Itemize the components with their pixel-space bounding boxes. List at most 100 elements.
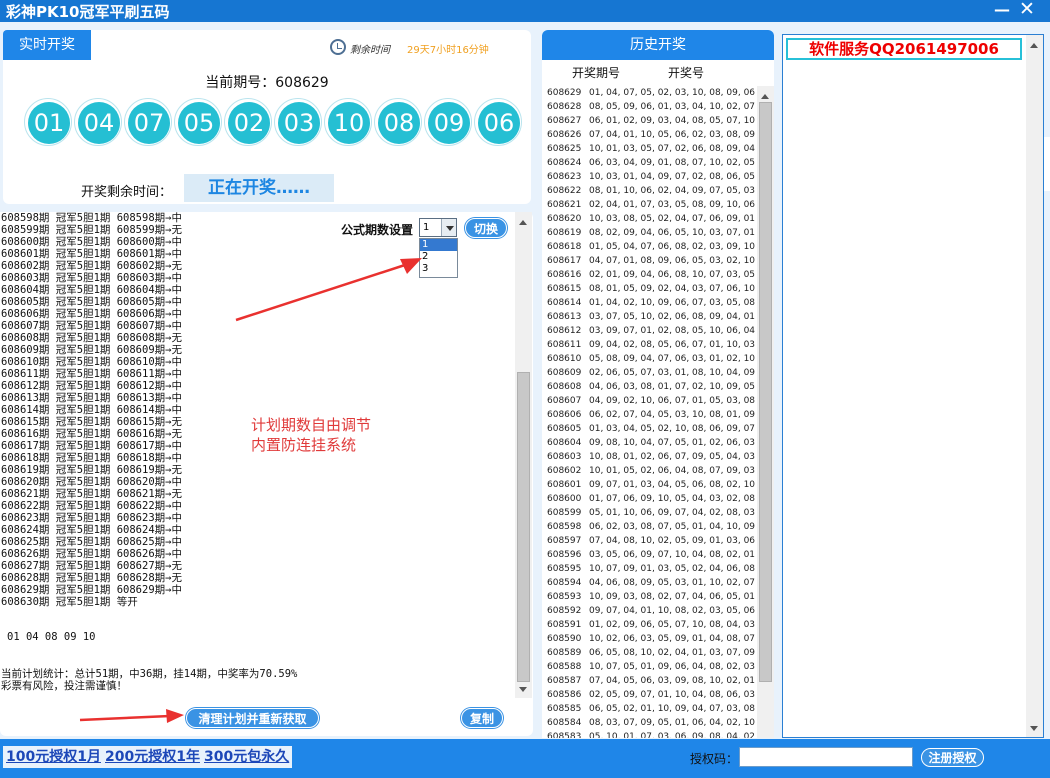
- history-period: 608615: [547, 284, 582, 294]
- history-numbers: 06, 01, 02, 09, 03, 04, 08, 05, 07, 10: [589, 116, 756, 126]
- history-row: 608601 09, 07, 01, 03, 04, 05, 06, 08, 02…: [545, 478, 759, 492]
- period-select[interactable]: 1: [419, 218, 457, 237]
- history-row: 608592 09, 07, 04, 01, 10, 08, 02, 03, 05…: [545, 604, 759, 618]
- main-area: 实时开奖 剩余时间 29天7小时16分钟 当前期号：608629 01 04 07 0…: [0, 22, 1050, 739]
- period-setting-label: 公式期数设置: [341, 223, 414, 237]
- history-row: 608616 02, 01, 09, 04, 06, 08, 10, 07, 03…: [545, 268, 759, 282]
- history-row: 608589 06, 05, 08, 10, 02, 04, 01, 03, 07…: [545, 646, 759, 660]
- register-button[interactable]: 注册授权: [921, 748, 984, 767]
- current-period: 当前期号：608629: [205, 75, 329, 91]
- close-button[interactable]: ✕: [1019, 0, 1035, 20]
- history-row: 608608 04, 06, 03, 08, 01, 07, 02, 10, 09…: [545, 380, 759, 394]
- history-row: 608587 07, 04, 05, 06, 03, 09, 08, 10, 02…: [545, 674, 759, 688]
- chevron-down-icon[interactable]: [441, 219, 456, 236]
- history-numbers: 06, 02, 07, 04, 05, 03, 10, 08, 01, 09: [589, 410, 756, 420]
- history-row: 608618 01, 05, 04, 07, 06, 08, 02, 03, 09…: [545, 240, 759, 254]
- history-period: 608587: [547, 676, 582, 686]
- history-numbers: 09, 04, 02, 08, 05, 06, 07, 01, 10, 03: [589, 340, 756, 350]
- history-row: 608594 04, 06, 08, 09, 05, 03, 01, 10, 02…: [545, 576, 759, 590]
- history-row: 608629 01, 04, 07, 05, 02, 03, 10, 08, 09…: [545, 86, 759, 100]
- history-period: 608592: [547, 606, 582, 616]
- history-numbers: 01, 05, 04, 07, 06, 08, 02, 03, 09, 10: [589, 242, 756, 252]
- history-numbers: 07, 04, 08, 10, 02, 05, 09, 01, 03, 06: [589, 536, 756, 546]
- history-numbers: 05, 08, 09, 04, 07, 06, 03, 01, 02, 10: [589, 354, 756, 364]
- history-row: 608605 01, 03, 04, 05, 02, 10, 08, 06, 09…: [545, 422, 759, 436]
- log-line: 608618期 冠军5胆1期 608618期→中: [1, 452, 182, 464]
- plan-numbers: 01 04 08 09 10: [7, 631, 96, 643]
- log-line: 608600期 冠军5胆1期 608600期→中: [1, 236, 182, 248]
- clear-refetch-button[interactable]: 清理计划并重新获取: [186, 708, 319, 728]
- history-period: 608627: [547, 116, 582, 126]
- history-row: 608603 10, 08, 01, 02, 06, 07, 09, 05, 04…: [545, 450, 759, 464]
- scroll-up-icon[interactable]: [1026, 35, 1043, 51]
- period-option[interactable]: 1: [420, 239, 457, 251]
- history-period: 608594: [547, 578, 582, 588]
- scroll-up-icon[interactable]: [757, 86, 774, 102]
- title-bar: 彩神PK10冠军平刷五码 — ✕: [0, 0, 1050, 22]
- annotation-line: 计划期数自由调节: [251, 416, 372, 434]
- history-scrollbar[interactable]: [757, 86, 774, 738]
- history-period: 608616: [547, 270, 582, 280]
- history-numbers: 07, 04, 01, 10, 05, 06, 02, 03, 08, 09: [589, 130, 756, 140]
- tab-live-draw[interactable]: 实时开奖: [3, 30, 91, 60]
- history-numbers: 10, 03, 01, 04, 09, 07, 02, 08, 06, 05: [589, 172, 756, 182]
- log-line: 608602期 冠军5胆1期 608602期→无: [1, 260, 182, 272]
- log-line: 608610期 冠军5胆1期 608610期→中: [1, 356, 182, 368]
- history-row: 608624 06, 03, 04, 09, 01, 08, 07, 10, 02…: [545, 156, 759, 170]
- arrow-annotation: [235, 258, 422, 322]
- license-1-year-link[interactable]: 200元授权1年: [102, 746, 203, 768]
- history-numbers: 08, 03, 07, 09, 05, 01, 06, 04, 02, 10: [589, 718, 756, 728]
- auth-code-input[interactable]: [739, 747, 913, 767]
- scroll-up-icon[interactable]: [515, 212, 532, 228]
- service-scrollbar[interactable]: [1026, 35, 1043, 737]
- history-numbers: 04, 09, 02, 10, 06, 07, 01, 05, 03, 08: [589, 396, 756, 406]
- log-line: 608620期 冠军5胆1期 608620期→中: [1, 476, 182, 488]
- log-line: 608599期 冠军5胆1期 608599期→无: [1, 224, 182, 236]
- history-numbers: 03, 05, 06, 09, 07, 10, 04, 08, 02, 01: [589, 550, 756, 560]
- promo-annotation: 计划期数自由调节 内置防连挂系统: [251, 415, 371, 455]
- history-numbers: 09, 07, 01, 03, 04, 05, 06, 08, 02, 10: [589, 480, 756, 490]
- history-row: 608590 10, 02, 06, 03, 05, 09, 01, 04, 08…: [545, 632, 759, 646]
- history-row: 608621 02, 04, 01, 07, 03, 05, 08, 09, 10…: [545, 198, 759, 212]
- log-line: 608623期 冠军5胆1期 608623期→中: [1, 512, 182, 524]
- copy-button[interactable]: 复制: [461, 708, 503, 728]
- history-row: 608604 09, 08, 10, 04, 07, 05, 01, 02, 06…: [545, 436, 759, 450]
- history-row: 608610 05, 08, 09, 04, 07, 06, 03, 01, 02…: [545, 352, 759, 366]
- history-row: 608623 10, 03, 01, 04, 09, 07, 02, 08, 06…: [545, 170, 759, 184]
- history-row: 608593 10, 09, 03, 08, 02, 07, 04, 06, 05…: [545, 590, 759, 604]
- scroll-down-icon[interactable]: [515, 682, 532, 698]
- log-scrollbar[interactable]: [515, 212, 532, 698]
- history-period: 608613: [547, 312, 582, 322]
- license-lifetime-link[interactable]: 300元包永久: [201, 746, 293, 768]
- service-panel: 软件服务QQ2061497006: [782, 34, 1044, 738]
- col-numbers-header: 开奖号: [668, 66, 705, 80]
- log-line: 608619期 冠军5胆1期 608619期→无: [1, 464, 182, 476]
- history-numbers: 06, 03, 04, 09, 01, 08, 07, 10, 02, 05: [589, 158, 756, 168]
- history-row: 608596 03, 05, 06, 09, 07, 10, 04, 08, 02…: [545, 548, 759, 562]
- draw-ball: 02: [224, 98, 272, 146]
- history-row: 608620 10, 03, 08, 05, 02, 04, 07, 06, 09…: [545, 212, 759, 226]
- scroll-thumb[interactable]: [517, 372, 530, 682]
- draw-ball: 03: [274, 98, 322, 146]
- draw-ball: 08: [374, 98, 422, 146]
- history-period: 608590: [547, 634, 582, 644]
- history-period: 608607: [547, 396, 582, 406]
- license-1-month-link[interactable]: 100元授权1月: [3, 746, 104, 768]
- minimize-button[interactable]: —: [994, 0, 1010, 19]
- scroll-down-icon[interactable]: [1026, 721, 1043, 737]
- period-select-value: 1: [423, 222, 430, 233]
- history-numbers: 04, 06, 08, 09, 05, 03, 01, 10, 02, 07: [589, 578, 756, 588]
- history-period: 608583: [547, 732, 582, 738]
- history-period: 608612: [547, 326, 582, 336]
- switch-button[interactable]: 切换: [465, 218, 507, 238]
- history-period: 608606: [547, 410, 582, 420]
- history-period: 608589: [547, 648, 582, 658]
- history-numbers: 08, 01, 05, 09, 02, 04, 03, 07, 06, 10: [589, 284, 756, 294]
- log-line: 608625期 冠军5胆1期 608625期→中: [1, 536, 182, 548]
- scroll-thumb[interactable]: [759, 102, 772, 682]
- history-row: 608626 07, 04, 01, 10, 05, 06, 02, 03, 08…: [545, 128, 759, 142]
- live-draw-panel: 实时开奖 剩余时间 29天7小时16分钟 当前期号：608629 01 04 07 0…: [3, 30, 531, 204]
- annotation-line: 内置防连挂系统: [251, 436, 357, 454]
- history-row: 608599 05, 01, 10, 06, 09, 07, 04, 02, 08…: [545, 506, 759, 520]
- history-period: 608622: [547, 186, 582, 196]
